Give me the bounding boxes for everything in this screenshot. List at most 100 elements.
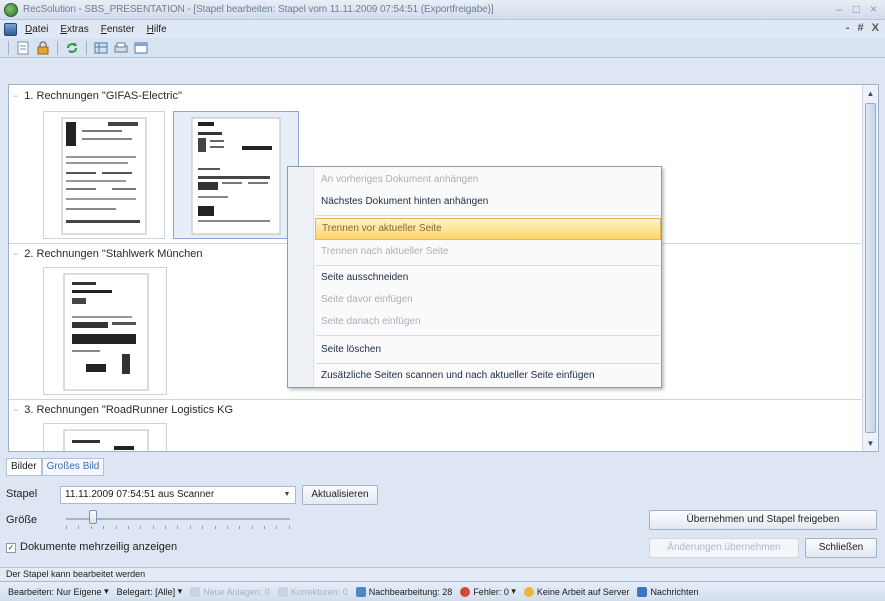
invoice-page-image [63, 273, 149, 391]
toolbar [0, 38, 885, 58]
multiline-checkbox[interactable]: ✓ [6, 543, 16, 553]
tab-grosses-bild[interactable]: Großes Bild [41, 458, 105, 476]
mdi-controls: - # X [846, 22, 879, 34]
view-tabs: Bilder Großes Bild [6, 458, 105, 476]
status-korrekturen-text: Korrekturen: 0 [290, 586, 348, 597]
size-slider-handle[interactable] [88, 510, 97, 524]
status-bearbeiten[interactable]: Bearbeiten: Nur Eigene ▾ [8, 586, 109, 597]
ctx-split-after[interactable]: Trennen nach aktueller Seite [315, 241, 661, 263]
toolbar-separator [8, 40, 9, 55]
page-icon[interactable] [15, 40, 31, 56]
group-label: 3. Rechnungen "RoadRunner Logistics KG [24, 404, 234, 416]
status-nachrichten-text: Nachrichten [650, 586, 699, 597]
status-neue-anlagen: Neue Anlagen: 0 [190, 586, 270, 597]
accept-release-button[interactable]: Übernehmen und Stapel freigeben [649, 510, 877, 530]
status-belegart[interactable]: Belegart: [Alle] ▾ [117, 586, 183, 597]
multiline-checkbox-label: Dokumente mehrzeilig anzeigen [20, 541, 178, 553]
refresh-button[interactable]: Aktualisieren [302, 485, 378, 505]
status-nachbearbeitung[interactable]: Nachbearbeitung: 28 [355, 586, 453, 597]
apply-changes-button[interactable]: Änderungen übernehmen [649, 538, 799, 558]
menu-separator [316, 335, 660, 336]
status-korrekturen: Korrekturen: 0 [277, 586, 348, 597]
grid-icon[interactable] [93, 40, 109, 56]
menu-datei[interactable]: Datei [25, 24, 48, 35]
refresh-icon[interactable] [64, 40, 80, 56]
close-window-button[interactable]: × [870, 2, 877, 16]
new-items-icon [190, 586, 201, 597]
menu-separator [316, 363, 660, 364]
mdi-minimize-button[interactable]: - [846, 22, 850, 34]
group-label: 2. Rechnungen "Stahlwerk München [24, 248, 203, 260]
invoice-page-image [191, 117, 281, 235]
app-icon [4, 2, 18, 17]
title-bar: RecSolution - SBS_PRESENTATION - [Stapel… [0, 0, 885, 20]
invoice-page-image [63, 429, 149, 451]
scroll-up-icon[interactable]: ▲ [863, 85, 878, 101]
ctx-split-before[interactable]: Trennen vor aktueller Seite [315, 218, 661, 240]
vertical-scrollbar[interactable]: ▲ ▼ [862, 85, 878, 451]
server-icon [523, 586, 534, 597]
toolbar-separator [86, 40, 87, 55]
collapse-icon[interactable]: − [13, 249, 18, 259]
window-title: RecSolution - SBS_PRESENTATION - [Stapel… [23, 4, 494, 15]
group-header-3[interactable]: − 3. Rechnungen "RoadRunner Logistics KG [9, 401, 861, 419]
slider-ticks [66, 526, 290, 529]
window-controls: – □ × [836, 2, 877, 16]
status-nachrichten[interactable]: Nachrichten [637, 586, 699, 597]
collapse-icon[interactable]: − [13, 405, 18, 415]
scan-icon[interactable] [113, 40, 129, 56]
status-bar: Bearbeiten: Nur Eigene ▾ Belegart: [Alle… [0, 581, 885, 601]
menu-hilfe[interactable]: Hilfe [147, 24, 167, 35]
menu-bar: Datei Extras Fenster Hilfe - # X [0, 20, 885, 38]
status-message: Der Stapel kann bearbeitet werden [0, 567, 885, 580]
status-nachbearbeitung-text: Nachbearbeitung: 28 [368, 586, 453, 597]
status-fehler[interactable]: Fehler: 0 ▾ [460, 586, 516, 597]
scrollbar-thumb[interactable] [865, 103, 876, 433]
close-button[interactable]: Schließen [805, 538, 877, 558]
status-bearbeiten-text: Bearbeiten: Nur Eigene [8, 586, 102, 597]
stapel-label: Stapel [6, 488, 38, 500]
status-server-text: Keine Arbeit auf Server [536, 586, 630, 597]
ctx-insert-after[interactable]: Seite danach einfügen [315, 311, 661, 333]
page-thumbnail[interactable] [43, 423, 167, 451]
scroll-down-icon[interactable]: ▼ [863, 435, 878, 451]
collapse-icon[interactable]: − [13, 91, 18, 101]
group-label: 1. Rechnungen "GIFAS-Electric" [24, 90, 182, 102]
ctx-scan-additional[interactable]: Zusätzliche Seiten scannen und nach aktu… [315, 365, 661, 387]
postprocessing-icon [355, 586, 366, 597]
lock-icon[interactable] [35, 40, 51, 56]
document-icon [4, 22, 17, 36]
application-window: RecSolution - SBS_PRESENTATION - [Stapel… [0, 0, 885, 601]
ctx-attach-next[interactable]: Nächstes Dokument hinten anhängen [315, 191, 661, 213]
status-belegart-text: Belegart: [Alle] [116, 586, 176, 597]
ctx-attach-previous[interactable]: An vorheriges Dokument anhängen [315, 169, 661, 191]
ctx-insert-before[interactable]: Seite davor einfügen [315, 289, 661, 311]
stapel-value: 11.11.2009 07:54:51 aus Scanner [65, 489, 215, 500]
group-separator [9, 399, 861, 400]
context-menu-gutter [288, 167, 314, 387]
mdi-close-button[interactable]: X [872, 22, 879, 34]
page-thumbnail[interactable] [43, 111, 165, 239]
invoice-page-image [61, 117, 147, 235]
status-fehler-text: Fehler: 0 [473, 586, 509, 597]
menu-extras[interactable]: Extras [60, 24, 88, 35]
ctx-delete-page[interactable]: Seite löschen [315, 339, 661, 361]
page-thumbnail[interactable] [43, 267, 167, 395]
context-menu: An vorheriges Dokument anhängen Nächstes… [287, 166, 662, 388]
toolbar-separator [57, 40, 58, 55]
ctx-cut-page[interactable]: Seite ausschneiden [315, 267, 661, 289]
stapel-select[interactable]: 11.11.2009 07:54:51 aus Scanner ▼ [60, 486, 296, 504]
group-header-1[interactable]: − 1. Rechnungen "GIFAS-Electric" [9, 87, 861, 105]
minimize-button[interactable]: – [836, 2, 843, 16]
maximize-button[interactable]: □ [853, 2, 860, 16]
menu-fenster[interactable]: Fenster [101, 24, 135, 35]
tab-bilder[interactable]: Bilder [6, 458, 42, 476]
page-thumbnail-selected[interactable] [173, 111, 299, 239]
size-slider-track[interactable] [66, 518, 290, 520]
chevron-down-icon[interactable]: ▼ [281, 487, 293, 503]
status-server: Keine Arbeit auf Server [523, 586, 630, 597]
window-icon[interactable] [133, 40, 149, 56]
corrections-icon [277, 586, 288, 597]
mdi-restore-button[interactable]: # [858, 22, 864, 34]
messages-icon [637, 586, 648, 597]
